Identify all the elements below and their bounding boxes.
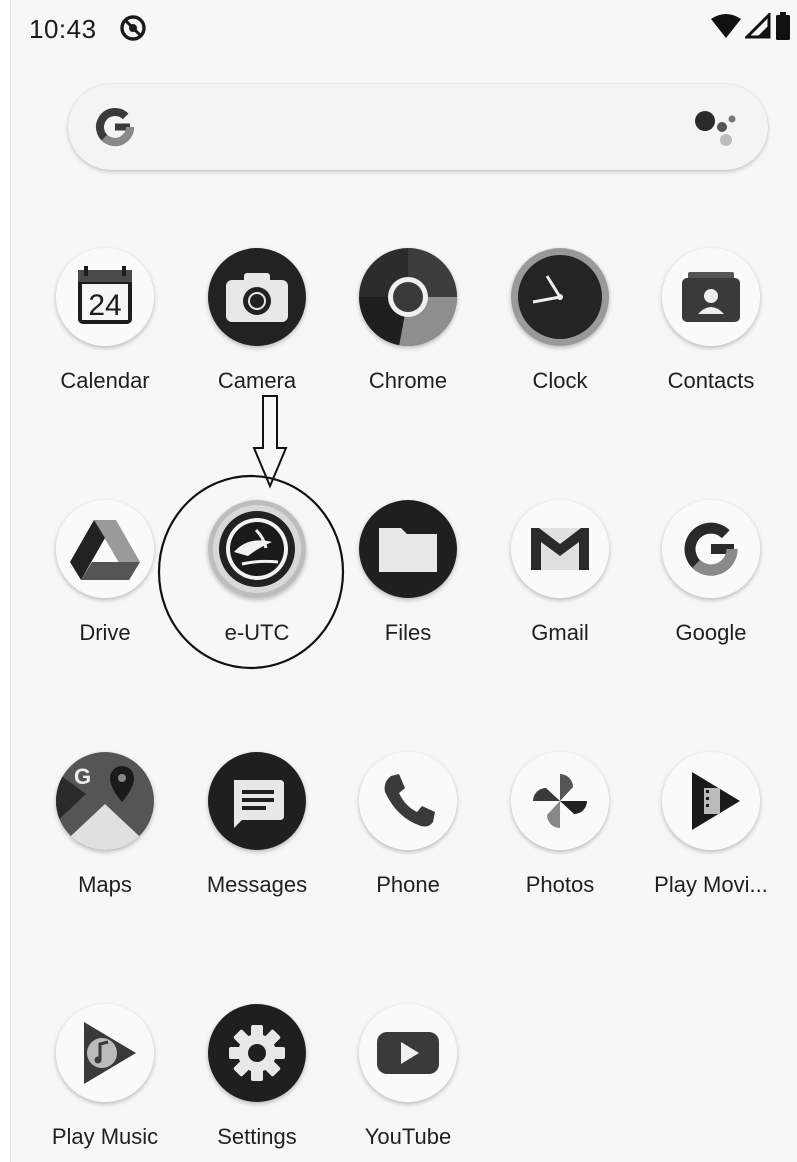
app-label: e-UTC xyxy=(224,620,290,645)
app-camera[interactable]: Camera xyxy=(181,248,333,398)
chrome-icon xyxy=(359,248,457,346)
home-screen: 10:43 24 Calendar Camera Chrome Clock Co… xyxy=(10,0,797,1162)
sync-off-icon xyxy=(119,14,147,42)
play-music-icon xyxy=(56,1004,154,1102)
play-movies-icon xyxy=(662,752,760,850)
status-time: 10:43 xyxy=(29,14,97,44)
app-play-movies[interactable]: Play Movi... xyxy=(635,752,787,902)
google-assistant-icon[interactable] xyxy=(692,104,742,150)
wifi-icon xyxy=(711,13,741,44)
app-play-music[interactable]: Play Music xyxy=(29,1004,181,1154)
app-google[interactable]: Google xyxy=(635,500,787,650)
maps-icon: G xyxy=(56,752,154,850)
e-utc-logo-icon xyxy=(208,500,306,598)
app-label: Google xyxy=(675,620,747,645)
app-phone[interactable]: Phone xyxy=(332,752,484,902)
app-settings[interactable]: Settings xyxy=(181,1004,333,1154)
app-label: Messages xyxy=(206,872,308,897)
app-label: Play Music xyxy=(51,1124,159,1149)
camera-icon xyxy=(208,248,306,346)
app-contacts[interactable]: Contacts xyxy=(635,248,787,398)
contacts-icon xyxy=(662,248,760,346)
app-clock[interactable]: Clock xyxy=(484,248,636,398)
app-label: Contacts xyxy=(667,368,755,393)
gmail-icon xyxy=(511,500,609,598)
app-files[interactable]: Files xyxy=(332,500,484,650)
app-label: Photos xyxy=(525,872,595,897)
drive-icon xyxy=(56,500,154,598)
phone-icon xyxy=(359,752,457,850)
app-photos[interactable]: Photos xyxy=(484,752,636,902)
cell-signal-icon xyxy=(743,10,771,44)
app-label: YouTube xyxy=(364,1124,452,1149)
svg-text:G: G xyxy=(74,764,91,789)
folder-icon xyxy=(359,500,457,598)
app-label: Files xyxy=(384,620,432,645)
app-gmail[interactable]: Gmail xyxy=(484,500,636,650)
battery-icon xyxy=(775,11,791,45)
app-e-utc[interactable]: e-UTC xyxy=(181,500,333,650)
messages-icon xyxy=(208,752,306,850)
app-label: Maps xyxy=(78,872,132,897)
app-calendar[interactable]: 24 Calendar xyxy=(29,248,181,398)
status-icons xyxy=(711,10,791,45)
app-maps[interactable]: G Maps xyxy=(29,752,181,902)
app-drive[interactable]: Drive xyxy=(29,500,181,650)
app-label: Clock xyxy=(532,368,588,393)
app-label: Gmail xyxy=(531,620,589,645)
app-label: Play Movi... xyxy=(654,872,768,897)
google-search-bar[interactable] xyxy=(68,84,768,170)
calendar-date-number: 24 xyxy=(88,289,121,322)
youtube-icon xyxy=(359,1004,457,1102)
app-youtube[interactable]: YouTube xyxy=(332,1004,484,1154)
google-g-icon xyxy=(90,102,140,152)
app-label: Drive xyxy=(79,620,131,645)
photos-icon xyxy=(511,752,609,850)
google-icon xyxy=(662,500,760,598)
app-label: Chrome xyxy=(368,368,448,393)
app-label: Settings xyxy=(217,1124,297,1149)
app-messages[interactable]: Messages xyxy=(181,752,333,902)
clock-icon xyxy=(511,248,609,346)
app-label: Camera xyxy=(217,368,297,393)
app-chrome[interactable]: Chrome xyxy=(332,248,484,398)
settings-icon xyxy=(208,1004,306,1102)
app-label: Calendar xyxy=(60,368,150,393)
calendar-icon: 24 xyxy=(56,248,154,346)
app-label: Phone xyxy=(376,872,440,897)
